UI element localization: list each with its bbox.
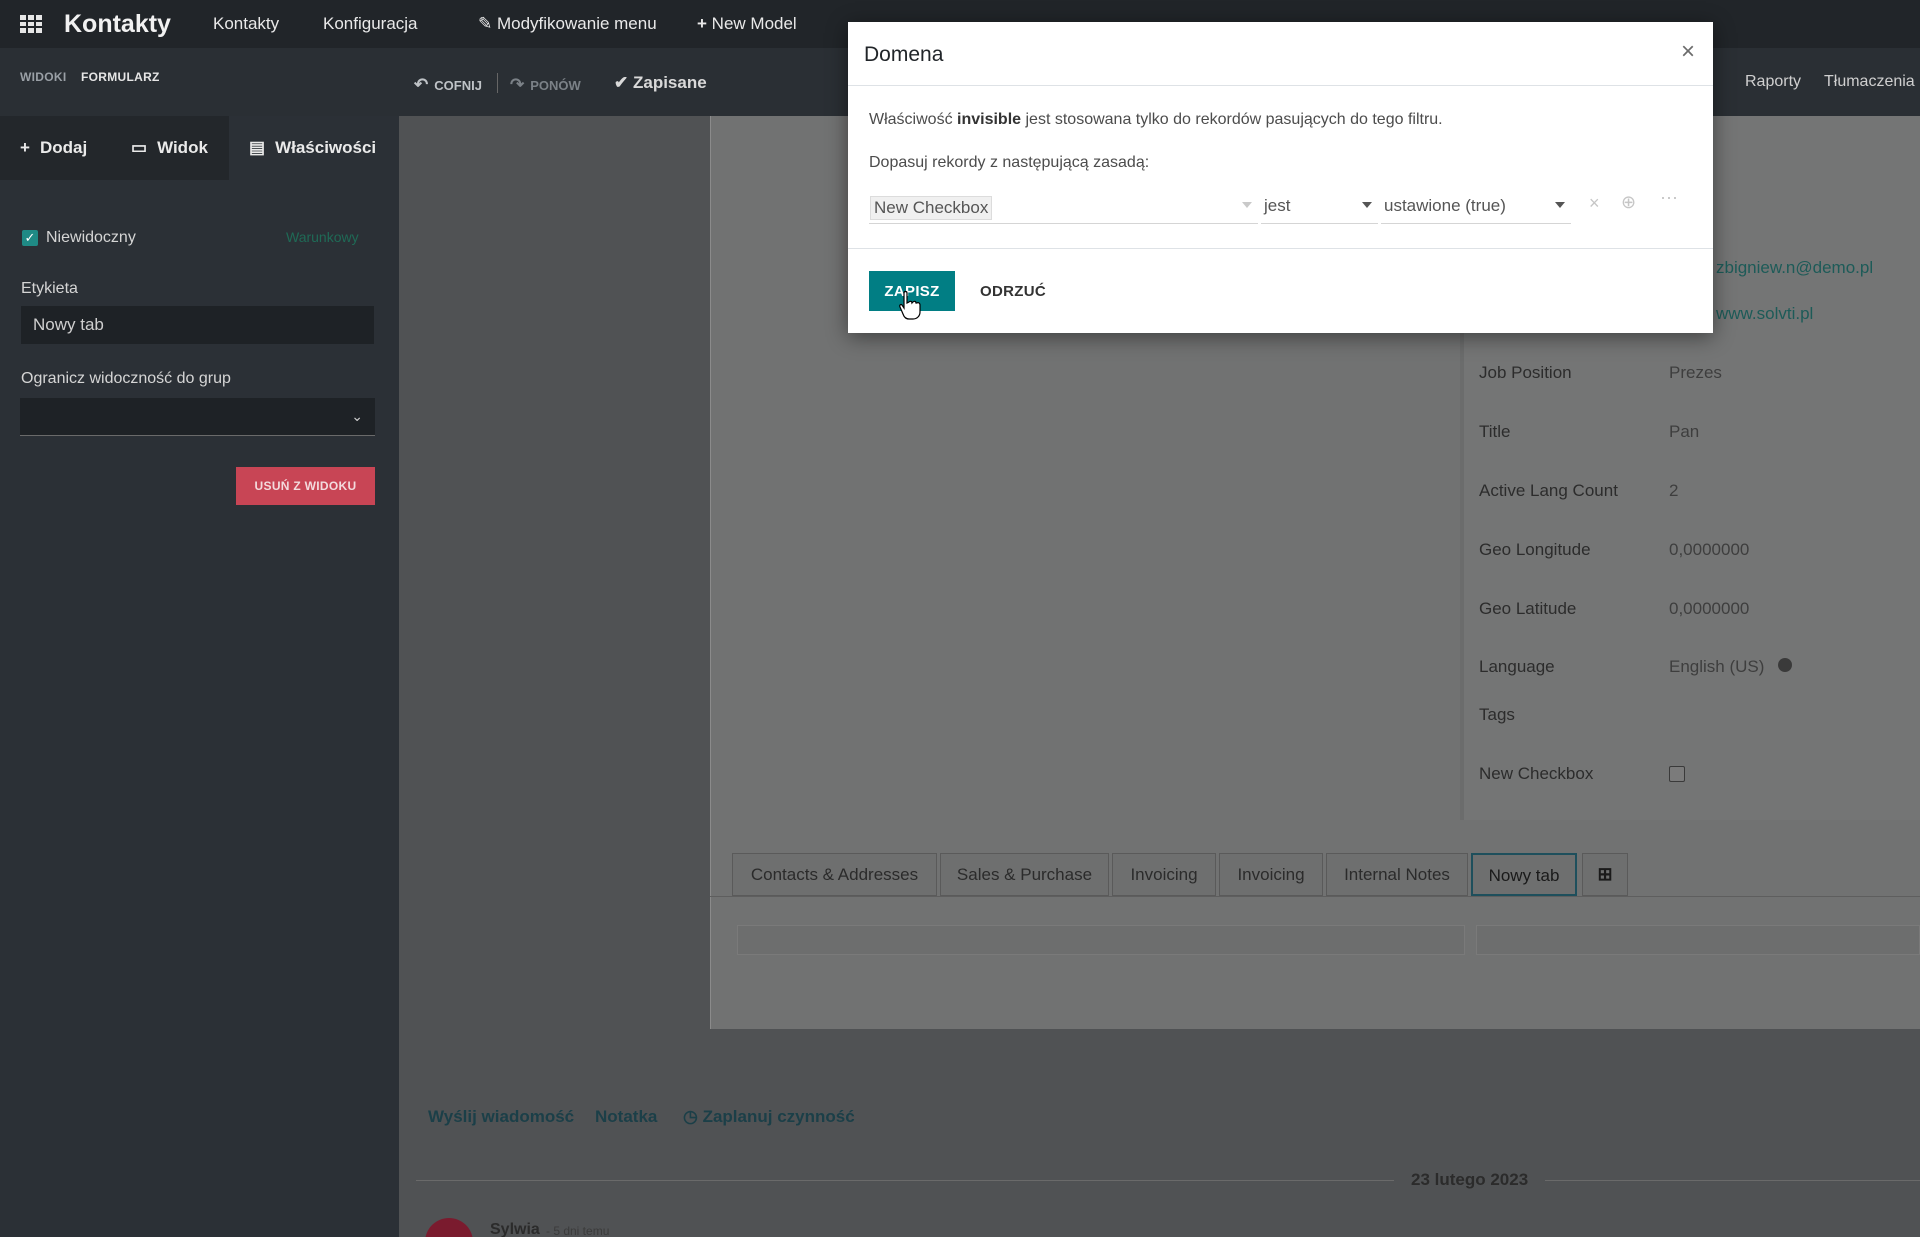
- message-author[interactable]: Sylwia: [490, 1221, 540, 1237]
- nav-item-edit-menu[interactable]: ✎ Modyfikowanie menu: [478, 14, 657, 34]
- nav-translations[interactable]: Tłumaczenia: [1824, 73, 1915, 91]
- domain-value-select[interactable]: ustawione (true): [1381, 190, 1571, 224]
- clock-icon: ◷: [683, 1107, 698, 1126]
- tab-properties[interactable]: ▤ Właściwości: [229, 116, 399, 180]
- field-value: Pan: [1669, 422, 1700, 441]
- caret-down-icon: [1242, 202, 1252, 208]
- saved-status: ✔ Zapisane: [614, 73, 707, 92]
- field-label[interactable]: Title: [1479, 422, 1511, 442]
- label-heading: Etykieta: [21, 280, 78, 297]
- message-time: - 5 dni temu: [546, 1224, 610, 1237]
- domain-field-select[interactable]: New Checkbox: [869, 190, 1258, 224]
- plus-icon: +: [697, 14, 707, 33]
- plus-square-icon: ⊞: [1597, 864, 1613, 884]
- field-label[interactable]: Language: [1479, 657, 1555, 677]
- field-value: 0,0000000: [1669, 599, 1750, 618]
- tab-pane-column[interactable]: [1476, 925, 1920, 955]
- breadcrumb-views[interactable]: WIDOKI: [20, 70, 66, 84]
- add-rule-icon[interactable]: ⊕: [1621, 192, 1636, 213]
- redo-button[interactable]: ↷ PONÓW: [510, 75, 581, 95]
- tab-internal-notes[interactable]: Internal Notes: [1326, 853, 1468, 896]
- tab-invoicing-2[interactable]: Invoicing: [1219, 853, 1323, 896]
- invisible-checkbox[interactable]: ✓: [22, 230, 38, 246]
- schedule-activity-button[interactable]: ◷ Zaplanuj czynność: [683, 1107, 855, 1127]
- chevron-down-icon: ⌄: [351, 408, 363, 424]
- field-value: 0,0000000: [1669, 540, 1750, 559]
- nav-item-configuration[interactable]: Konfiguracja: [323, 14, 418, 34]
- nav-item-contacts[interactable]: Kontakty: [213, 14, 279, 34]
- add-tab-button[interactable]: ⊞: [1582, 853, 1628, 896]
- delete-rule-icon[interactable]: ×: [1589, 193, 1600, 214]
- domain-dialog: Domena × Właściwość invisible jest stoso…: [848, 22, 1713, 333]
- undo-button[interactable]: ↶ COFNIJ: [414, 75, 482, 95]
- check-icon: ✔: [614, 73, 629, 92]
- tab-pane-column[interactable]: [737, 925, 1465, 955]
- studio-sidebar: + Dodaj ▭ Widok ▤ Właściwości ✓ Niewidoc…: [0, 116, 399, 1237]
- field-value: Prezes: [1669, 363, 1722, 382]
- website-value[interactable]: www.solvti.pl: [1716, 304, 1813, 324]
- field-label[interactable]: New Checkbox: [1479, 764, 1593, 784]
- caret-down-icon: [1555, 202, 1565, 208]
- apps-menu-icon[interactable]: [20, 15, 42, 33]
- label-input[interactable]: Nowy tab: [20, 305, 375, 345]
- date-separator-line: [416, 1180, 1394, 1181]
- tab-sales-purchase[interactable]: Sales & Purchase: [940, 853, 1109, 896]
- mouse-pointer-icon: [899, 290, 921, 320]
- domain-operator-select[interactable]: jest: [1261, 190, 1378, 224]
- dialog-footer-divider: [848, 248, 1713, 249]
- send-message-button[interactable]: Wyślij wiadomość: [428, 1107, 574, 1127]
- monitor-icon: ▭: [131, 138, 148, 157]
- field-value: English (US): [1669, 657, 1765, 676]
- field-value: 2: [1669, 481, 1679, 500]
- field-label[interactable]: Geo Latitude: [1479, 599, 1576, 619]
- caret-down-icon: [1362, 202, 1372, 208]
- groups-select[interactable]: ⌄: [20, 398, 375, 436]
- list-icon: ▤: [249, 138, 266, 157]
- dialog-description: Właściwość invisible jest stosowana tylk…: [869, 111, 1443, 128]
- new-checkbox[interactable]: [1669, 766, 1685, 782]
- message-date: 23 lutego 2023: [1411, 1170, 1529, 1189]
- field-label[interactable]: Tags: [1479, 705, 1515, 725]
- field-label[interactable]: Geo Longitude: [1479, 540, 1591, 560]
- more-options-icon[interactable]: ⋯: [1660, 188, 1678, 209]
- nav-item-new-model[interactable]: + New Model: [697, 14, 797, 34]
- domain-field-value: New Checkbox: [870, 196, 993, 220]
- toolbar-separator: [497, 73, 498, 93]
- redo-icon: ↷: [510, 75, 525, 94]
- tab-divider: [710, 896, 1920, 897]
- globe-icon[interactable]: [1778, 658, 1792, 672]
- tab-view[interactable]: ▭ Widok: [111, 116, 229, 180]
- pencil-icon: ✎: [478, 14, 493, 33]
- tab-new-tab[interactable]: Nowy tab: [1471, 853, 1577, 896]
- app-name[interactable]: Kontakty: [64, 10, 171, 39]
- groups-heading: Ogranicz widoczność do grup: [21, 370, 231, 387]
- conditional-toggle[interactable]: Warunkowy: [286, 229, 359, 245]
- dialog-header: Domena ×: [848, 22, 1713, 86]
- field-label[interactable]: Active Lang Count: [1479, 481, 1618, 501]
- field-label[interactable]: Job Position: [1479, 363, 1572, 383]
- nav-reports[interactable]: Raporty: [1745, 73, 1801, 91]
- discard-button[interactable]: ODRZUĆ: [968, 271, 1058, 311]
- invisible-label: Niewidoczny: [46, 229, 136, 246]
- email-value[interactable]: zbigniew.n@demo.pl: [1716, 258, 1873, 278]
- log-note-button[interactable]: Notatka: [595, 1107, 657, 1127]
- date-separator-line: [1545, 1180, 1920, 1181]
- rule-label: Dopasuj rekordy z następującą zasadą:: [869, 154, 1150, 171]
- breadcrumb-form: FORMULARZ: [81, 70, 160, 84]
- remove-from-view-button[interactable]: USUŃ Z WIDOKU: [236, 467, 375, 505]
- tab-invoicing[interactable]: Invoicing: [1112, 853, 1216, 896]
- dialog-title: Domena: [864, 43, 944, 66]
- sidebar-tabs: + Dodaj ▭ Widok ▤ Właściwości: [0, 116, 399, 180]
- close-icon[interactable]: ×: [1681, 38, 1695, 66]
- undo-icon: ↶: [414, 75, 429, 94]
- plus-icon: +: [20, 138, 30, 157]
- tab-contacts-addresses[interactable]: Contacts & Addresses: [732, 853, 937, 896]
- tab-add[interactable]: + Dodaj: [0, 116, 111, 180]
